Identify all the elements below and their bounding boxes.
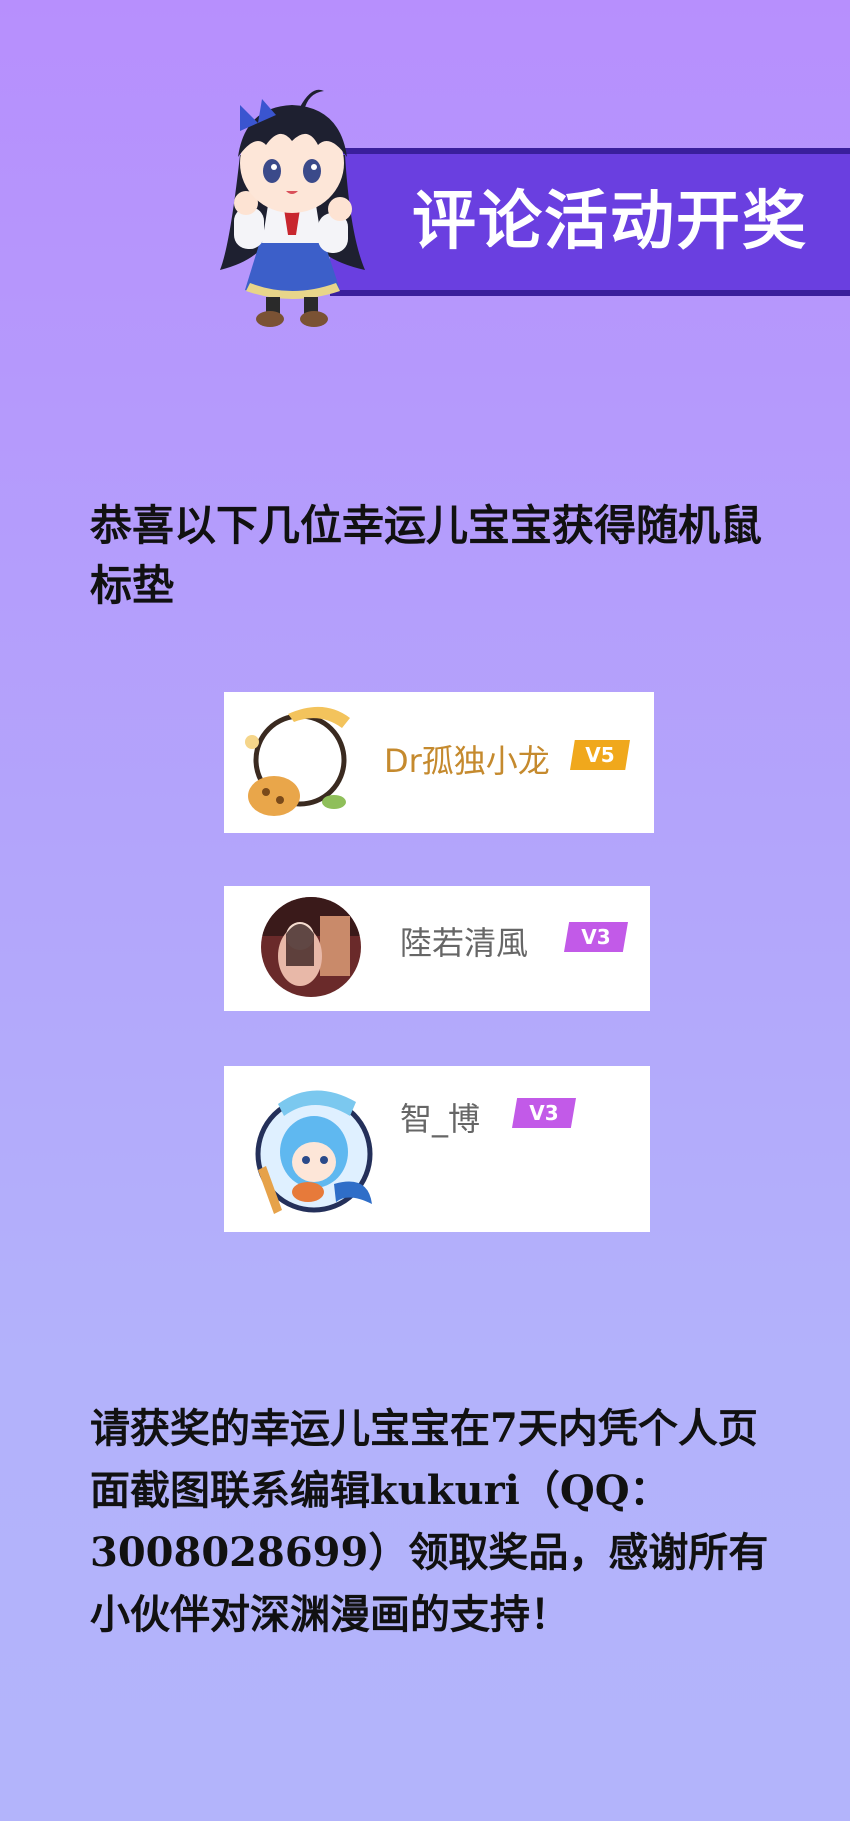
winner-card: Dr孤独小龙 V5 [224,692,654,833]
title-banner: 评论活动开奖 [330,148,850,296]
avatar [261,897,361,997]
winner-username: Dr孤独小龙 [384,742,550,780]
winner-username: 智_博 [400,1100,481,1138]
claim-instructions: 请获奖的幸运儿宝宝在7天内凭个人页面截图联系编辑kukuri（QQ：300802… [90,1405,769,1638]
winner-card: 陸若清風 V3 [224,886,650,1011]
mascot-illustration [220,89,365,327]
winner-username: 陸若清風 [400,924,529,962]
avatar-frame [255,1090,373,1214]
announcement-headline: 恭喜以下几位幸运儿宝宝获得随机鼠标垫 [90,501,763,610]
level-badge: V3 [512,1098,576,1128]
level-badge: V3 [564,922,628,952]
avatar-frame [245,706,350,816]
winner-card: 智_博 V3 [224,1066,650,1232]
level-badge: V5 [570,740,630,770]
banner-title: 评论活动开奖 [412,184,808,259]
